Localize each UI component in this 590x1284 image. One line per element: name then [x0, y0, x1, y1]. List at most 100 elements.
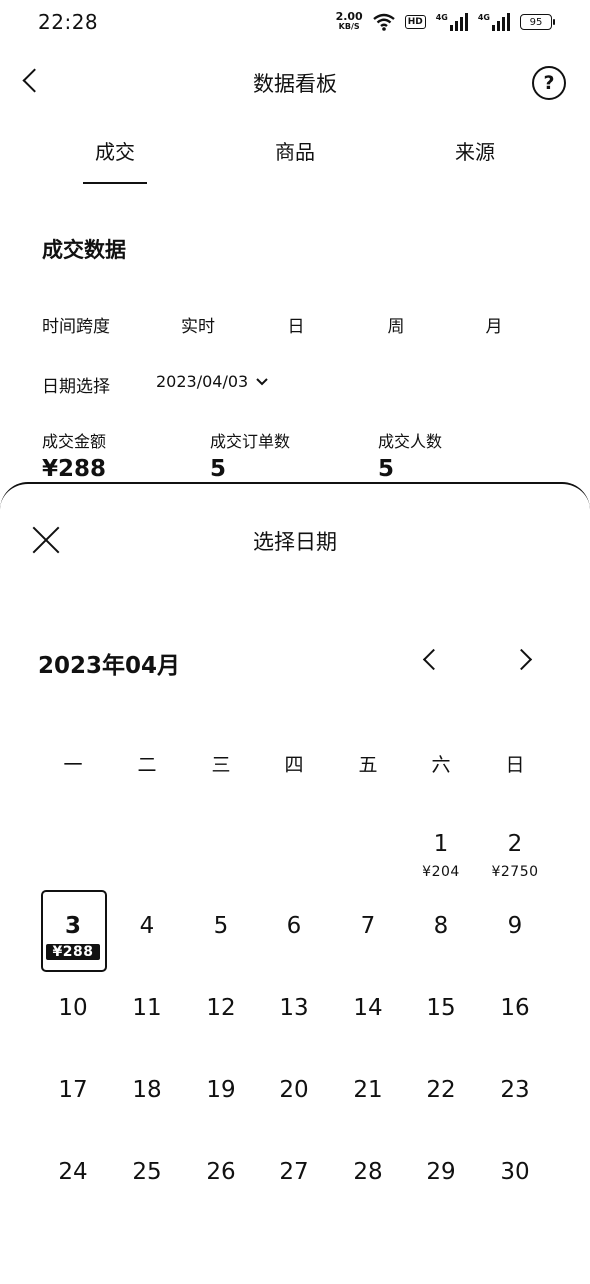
weekday-label: 三 — [211, 754, 231, 776]
metric-value-orders: 5 — [210, 456, 227, 482]
status-icons: 2.00 KB/S HD 4G 4G 95 — [336, 10, 555, 34]
chevron-right-icon — [510, 648, 533, 671]
signal-icon-2: 4G — [478, 13, 510, 31]
calendar-month: 2023年04月 — [38, 653, 181, 679]
metric-label-amount: 成交金额 — [42, 432, 107, 451]
calendar-day-amount: ¥204 — [422, 864, 460, 880]
calendar-day-amount: ¥2750 — [491, 864, 539, 880]
metric-label-buyers: 成交人数 — [378, 432, 443, 451]
time-span-label: 时间跨度 — [42, 317, 110, 337]
tab-deals[interactable]: 成交 — [55, 136, 175, 184]
time-span-week[interactable]: 周 — [366, 312, 426, 337]
calendar-day[interactable]: 9 — [480, 902, 550, 984]
calendar-day[interactable]: 5 — [186, 902, 256, 984]
calendar-day-number: 4 — [139, 913, 155, 939]
next-month-button[interactable] — [510, 644, 540, 674]
network-speed: 2.00 KB/S — [336, 11, 363, 32]
calendar-day-number: 25 — [132, 1159, 162, 1185]
calendar-day-number: 11 — [132, 995, 162, 1021]
calendar-day[interactable]: 16 — [480, 984, 550, 1066]
help-icon[interactable]: ? — [532, 66, 566, 100]
calendar-day[interactable]: 29 — [406, 1148, 476, 1230]
chevron-down-icon — [256, 378, 269, 386]
calendar-day[interactable]: 22 — [406, 1066, 476, 1148]
calendar-day[interactable]: 8 — [406, 902, 476, 984]
battery-icon: 95 — [520, 14, 555, 30]
calendar-day[interactable]: 24 — [38, 1148, 108, 1230]
tab-sources[interactable]: 来源 — [415, 136, 535, 165]
weekday-label: 六 — [431, 754, 451, 776]
calendar-day-number: 18 — [132, 1077, 162, 1103]
nav-bar: 数据看板 ? — [0, 56, 590, 108]
calendar-day[interactable]: 19 — [186, 1066, 256, 1148]
metric-value-buyers: 5 — [378, 456, 395, 482]
calendar-day-number: 20 — [279, 1077, 309, 1103]
calendar-day[interactable]: 23 — [480, 1066, 550, 1148]
calendar-day-number: 22 — [426, 1077, 456, 1103]
calendar-day[interactable]: 18 — [112, 1066, 182, 1148]
calendar-day-number: 28 — [353, 1159, 383, 1185]
status-time: 22:28 — [38, 10, 99, 34]
calendar-day[interactable]: 6 — [259, 902, 329, 984]
calendar-day-number: 8 — [433, 913, 449, 939]
calendar-day-number: 1 — [433, 831, 449, 857]
weekday-label: 四 — [284, 754, 304, 776]
calendar-day-number: 2 — [507, 831, 523, 857]
calendar-day[interactable]: 25 — [112, 1148, 182, 1230]
calendar-day[interactable]: 28 — [333, 1148, 403, 1230]
calendar-day-number: 14 — [353, 995, 383, 1021]
status-bar: 22:28 2.00 KB/S HD 4G 4G 95 — [0, 0, 590, 44]
weekday-label: 五 — [358, 754, 378, 776]
network-speed-unit: KB/S — [338, 22, 360, 31]
calendar-day-number: 16 — [500, 995, 530, 1021]
calendar-day[interactable]: 10 — [38, 984, 108, 1066]
calendar-day-number: 10 — [58, 995, 88, 1021]
metric-label-orders: 成交订单数 — [210, 432, 291, 451]
calendar-day[interactable]: 2 ¥2750 — [480, 820, 550, 902]
battery-level: 95 — [529, 16, 543, 28]
calendar-day[interactable]: 12 — [186, 984, 256, 1066]
calendar-day-number: 6 — [286, 913, 302, 939]
calendar-day-number: 29 — [426, 1159, 456, 1185]
calendar-day-number: 13 — [279, 995, 309, 1021]
calendar-day[interactable]: 20 — [259, 1066, 329, 1148]
date-picker-title: 选择日期 — [253, 530, 337, 554]
date-select-dropdown[interactable]: 2023/04/03 — [156, 372, 269, 391]
calendar-day-number: 27 — [279, 1159, 309, 1185]
date-select-label: 日期选择 — [42, 377, 110, 397]
calendar-day-number: 15 — [426, 995, 456, 1021]
calendar-day-number: 30 — [500, 1159, 530, 1185]
calendar-day[interactable]: 30 — [480, 1148, 550, 1230]
calendar-day-number: 17 — [58, 1077, 88, 1103]
selected-day-highlight — [41, 890, 107, 972]
signal-label-1: 4G — [435, 13, 448, 22]
calendar-day-number: 23 — [500, 1077, 530, 1103]
calendar-day[interactable]: 3 ¥288 — [38, 890, 108, 984]
weekday-label: 日 — [505, 754, 525, 776]
calendar-day[interactable]: 7 — [333, 902, 403, 984]
tab-products[interactable]: 商品 — [235, 136, 355, 165]
time-span-day[interactable]: 日 — [266, 312, 326, 337]
prev-month-button[interactable] — [416, 644, 446, 674]
calendar-day[interactable]: 17 — [38, 1066, 108, 1148]
calendar-day[interactable]: 11 — [112, 984, 182, 1066]
time-span-month[interactable]: 月 — [464, 312, 524, 337]
calendar-day[interactable]: 1 ¥204 — [406, 820, 476, 902]
calendar-day-number: 12 — [206, 995, 236, 1021]
section-title: 成交数据 — [42, 238, 126, 262]
hd-badge: HD — [404, 15, 426, 29]
calendar-day[interactable]: 21 — [333, 1066, 403, 1148]
calendar-day[interactable]: 27 — [259, 1148, 329, 1230]
chevron-left-icon — [422, 648, 445, 671]
calendar-day-number: 21 — [353, 1077, 383, 1103]
tab-bar: 成交 商品 来源 — [0, 130, 590, 186]
calendar-day[interactable]: 4 — [112, 902, 182, 984]
weekday-label: 一 — [63, 754, 83, 776]
calendar-day[interactable]: 26 — [186, 1148, 256, 1230]
wifi-icon — [372, 13, 395, 31]
calendar-day[interactable]: 13 — [259, 984, 329, 1066]
time-span-realtime[interactable]: 实时 — [168, 312, 228, 337]
calendar-day-number: 9 — [507, 913, 523, 939]
calendar-day[interactable]: 14 — [333, 984, 403, 1066]
calendar-day[interactable]: 15 — [406, 984, 476, 1066]
